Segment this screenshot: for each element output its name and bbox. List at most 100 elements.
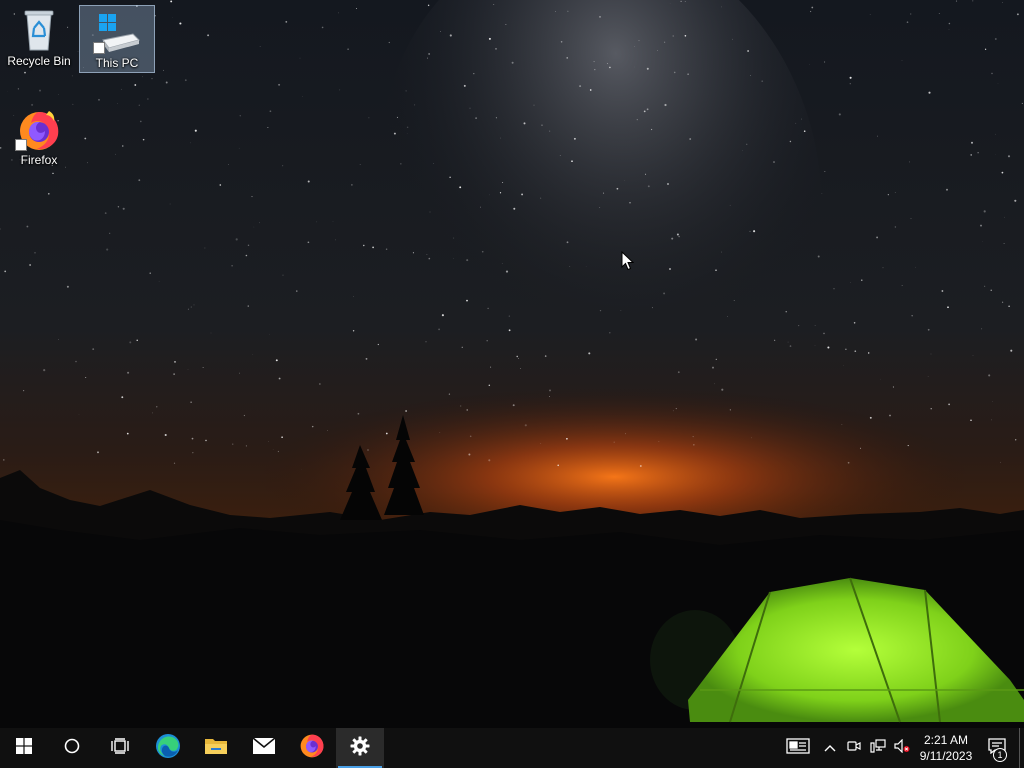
star — [190, 306, 192, 308]
star — [23, 390, 25, 392]
star — [247, 244, 250, 247]
star — [268, 333, 270, 335]
taskbar-edge-button[interactable] — [144, 728, 192, 768]
star — [58, 93, 60, 95]
clock[interactable]: 2:21 AM 9/11/2023 — [914, 728, 978, 768]
star — [876, 236, 879, 239]
star — [882, 267, 884, 269]
mail-icon — [252, 736, 276, 760]
taskbar-mail-button[interactable] — [240, 728, 288, 768]
star — [557, 464, 559, 467]
action-center-button[interactable]: 1 — [978, 728, 1016, 768]
star — [486, 340, 488, 342]
star — [71, 75, 73, 77]
network-button[interactable] — [866, 728, 890, 768]
star — [867, 352, 870, 354]
desktop-icon-this-pc[interactable]: This PC — [79, 5, 155, 73]
star — [481, 250, 484, 253]
star — [321, 26, 324, 29]
star — [927, 328, 930, 331]
star — [915, 266, 916, 268]
star — [849, 76, 852, 79]
star — [749, 230, 751, 232]
search-button[interactable] — [48, 728, 96, 768]
star — [138, 179, 141, 182]
task-view-button[interactable] — [96, 728, 144, 768]
star — [278, 377, 281, 380]
start-button[interactable] — [0, 728, 48, 768]
star — [853, 322, 856, 324]
star — [517, 358, 519, 359]
star — [17, 88, 20, 90]
desktop-icon-firefox[interactable]: Firefox — [1, 102, 77, 170]
taskbar-firefox-button[interactable] — [288, 728, 336, 768]
star — [589, 89, 592, 91]
cortana-circle-icon — [64, 738, 80, 759]
star — [733, 299, 735, 301]
star — [281, 436, 283, 438]
star — [972, 355, 974, 356]
taskbar-file-explorer-button[interactable] — [192, 728, 240, 768]
star — [609, 332, 611, 334]
star — [673, 71, 676, 74]
star — [505, 24, 507, 25]
firefox-icon — [15, 107, 63, 151]
star — [459, 186, 462, 189]
star — [493, 4, 495, 5]
star — [495, 48, 497, 50]
star — [194, 129, 197, 132]
star — [823, 332, 825, 335]
taskbar-settings-button[interactable] — [336, 728, 384, 768]
star — [466, 409, 468, 411]
star — [127, 371, 130, 374]
star — [833, 288, 835, 290]
star — [388, 41, 390, 44]
news-and-interests-button[interactable] — [778, 728, 818, 768]
star — [169, 203, 171, 205]
star — [814, 325, 816, 326]
star — [849, 83, 851, 85]
star — [184, 79, 187, 82]
star — [475, 117, 477, 119]
star — [339, 89, 341, 91]
star — [809, 10, 812, 13]
star — [490, 366, 492, 368]
star — [634, 46, 635, 47]
star — [26, 225, 29, 228]
star — [1008, 305, 1010, 307]
star — [508, 315, 510, 317]
star — [204, 247, 206, 249]
desktop-icon-recycle-bin[interactable]: Recycle Bin — [1, 3, 77, 71]
star — [449, 176, 451, 178]
show-hidden-icons-button[interactable] — [818, 728, 842, 768]
star — [712, 366, 714, 369]
star — [977, 152, 979, 154]
star — [684, 35, 687, 37]
star — [396, 116, 398, 118]
recycle-bin-icon — [15, 8, 63, 52]
star — [202, 367, 204, 369]
star — [684, 1, 686, 2]
star — [663, 292, 666, 295]
star — [972, 0, 974, 2]
star — [910, 218, 912, 220]
star — [252, 354, 254, 355]
star — [753, 230, 756, 233]
star — [117, 206, 120, 208]
star — [117, 103, 119, 104]
star — [607, 62, 608, 64]
star — [479, 206, 482, 208]
star — [449, 34, 452, 37]
star — [267, 441, 269, 442]
star — [787, 341, 789, 343]
show-desktop-button[interactable] — [1019, 728, 1024, 768]
star — [149, 272, 151, 274]
star — [228, 164, 229, 165]
star — [609, 66, 611, 69]
star — [75, 360, 77, 363]
meet-now-button[interactable] — [842, 728, 866, 768]
star — [774, 339, 776, 341]
star — [624, 180, 626, 181]
volume-button[interactable] — [890, 728, 914, 768]
star — [511, 61, 514, 64]
